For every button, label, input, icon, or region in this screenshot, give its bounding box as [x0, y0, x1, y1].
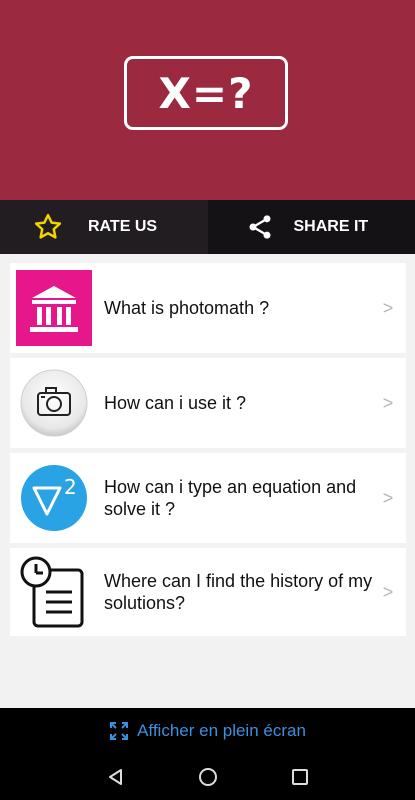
home-icon[interactable] — [195, 764, 221, 790]
rate-us-label: RATE US — [88, 218, 158, 235]
topic-card-what-is[interactable]: What is photomath ? > — [10, 263, 406, 353]
back-icon[interactable] — [103, 764, 129, 790]
app-logo: X=? — [124, 56, 288, 130]
topic-title: How can i type an equation and solve it … — [104, 477, 357, 519]
chevron-right-icon: > — [382, 392, 394, 413]
history-document-icon — [16, 554, 92, 630]
topic-card-how-to-use[interactable]: How can i use it ? > — [10, 358, 406, 448]
topic-card-type-equation[interactable]: 2 How can i type an equation and solve i… — [10, 453, 406, 543]
recents-icon[interactable] — [287, 764, 313, 790]
fullscreen-label: Afficher en plein écran — [137, 721, 306, 740]
topic-card-history[interactable]: Where can I find the history of my solut… — [10, 548, 406, 636]
fullscreen-button[interactable]: Afficher en plein écran — [0, 708, 415, 754]
chevron-right-icon: > — [382, 487, 394, 508]
nabla-squared-icon: 2 — [16, 460, 92, 536]
android-nav-bar — [0, 754, 415, 800]
app-header: X=? — [0, 0, 415, 200]
logo-text: X=? — [158, 68, 254, 118]
star-icon — [30, 209, 66, 245]
topic-title: How can i use it ? — [104, 393, 247, 413]
expand-icon — [109, 721, 129, 741]
rate-us-button[interactable]: RATE US — [0, 200, 208, 254]
chevron-right-icon: > — [382, 297, 394, 318]
svg-text:2: 2 — [64, 475, 77, 499]
share-it-label: SHARE IT — [293, 218, 369, 235]
bank-icon — [16, 270, 92, 346]
topic-title: Where can I find the history of my solut… — [104, 571, 373, 613]
share-it-button[interactable]: SHARE IT — [207, 200, 415, 254]
share-icon — [242, 209, 278, 245]
camera-icon — [16, 365, 92, 441]
chevron-right-icon: > — [382, 581, 394, 602]
action-bar: RATE US SHARE IT — [0, 200, 415, 254]
topic-title: What is photomath ? — [104, 298, 270, 318]
